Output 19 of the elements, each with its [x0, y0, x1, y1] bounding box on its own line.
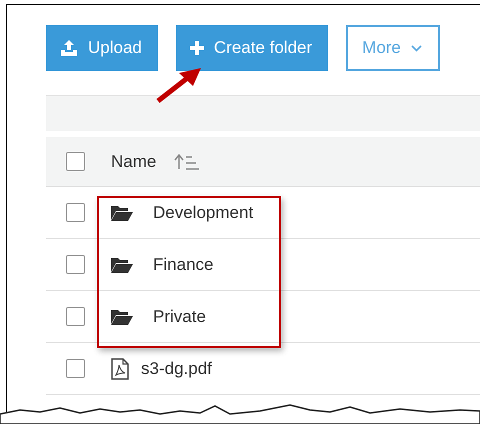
chevron-down-icon	[410, 44, 422, 52]
plus-icon	[190, 41, 204, 55]
upload-icon	[60, 40, 78, 56]
row-checkbox[interactable]	[66, 307, 85, 326]
sort-icon[interactable]	[174, 154, 200, 170]
file-name[interactable]: Private	[153, 306, 206, 326]
file-name[interactable]: Finance	[153, 254, 214, 274]
row-checkbox[interactable]	[66, 255, 85, 274]
row-checkbox[interactable]	[66, 203, 85, 222]
annotation-arrow	[155, 66, 203, 104]
folder-icon	[111, 204, 133, 220]
column-header[interactable]: Name	[111, 152, 156, 172]
file-name[interactable]: s3-dg.pdf	[141, 358, 212, 378]
select-all-checkbox[interactable]	[66, 152, 85, 171]
row-checkbox[interactable]	[66, 359, 85, 378]
file-name[interactable]: Development	[153, 202, 254, 222]
folder-icon	[111, 308, 133, 324]
folder-icon	[111, 256, 133, 272]
pdf-file-icon	[111, 358, 129, 380]
